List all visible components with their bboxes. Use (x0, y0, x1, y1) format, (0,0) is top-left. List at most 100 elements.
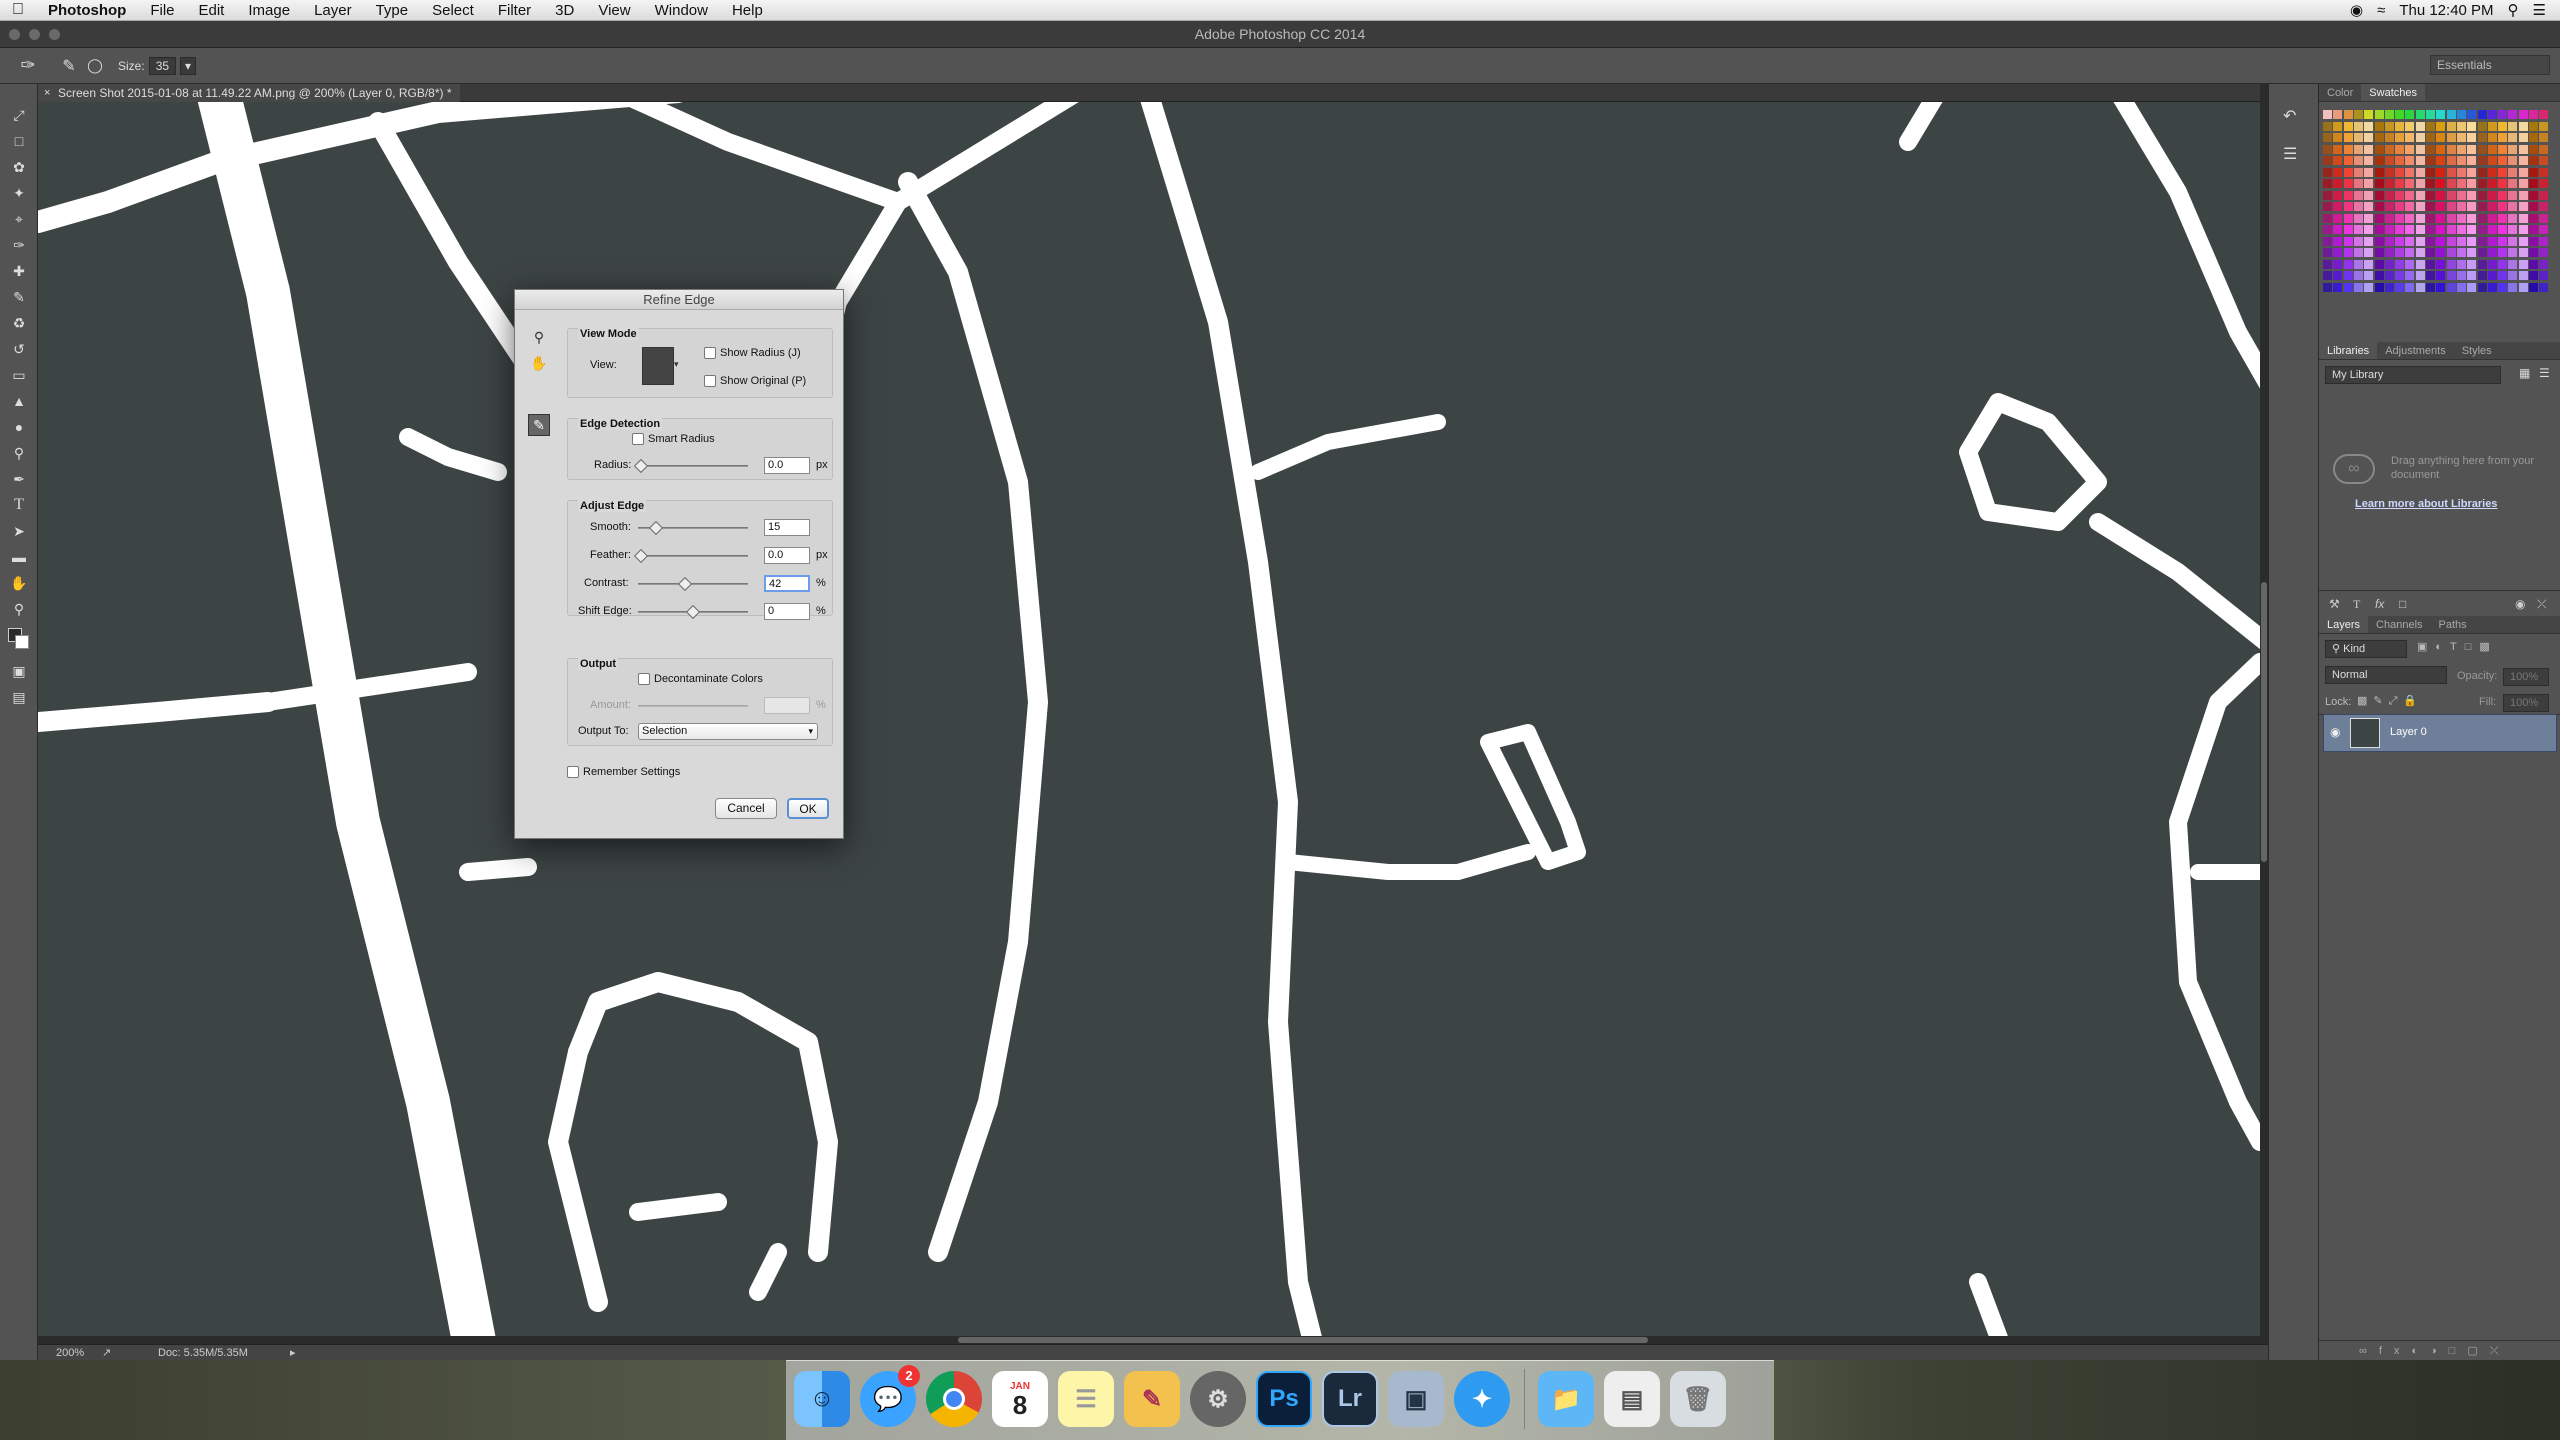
close-window-button[interactable] (9, 29, 20, 40)
clone-stamp-tool-icon[interactable]: ♻ (0, 310, 38, 336)
color-swatch[interactable] (2456, 225, 2466, 234)
color-swatch[interactable] (2323, 213, 2332, 223)
downloads-folder-dock-icon[interactable]: 📁 (1538, 1371, 1594, 1427)
color-swatch[interactable] (2374, 248, 2384, 257)
color-swatch[interactable] (2436, 236, 2446, 246)
color-swatch[interactable] (2395, 213, 2405, 223)
color-swatch[interactable] (2508, 179, 2518, 188)
color-swatch[interactable] (2477, 190, 2487, 200)
dodge-tool-icon[interactable]: ⚲ (0, 440, 38, 466)
color-swatch[interactable] (2456, 259, 2466, 269)
color-swatch[interactable] (2374, 282, 2384, 292)
color-swatch[interactable] (2446, 121, 2456, 131)
color-swatch[interactable] (2364, 190, 2374, 200)
color-swatch[interactable] (2353, 202, 2363, 211)
color-swatch[interactable] (2456, 133, 2466, 142)
healing-brush-tool-icon[interactable]: ✚ (0, 258, 38, 284)
color-swatch[interactable] (2467, 259, 2477, 269)
size-field[interactable]: 35 (148, 56, 177, 75)
color-swatch[interactable] (2498, 110, 2508, 119)
tab-adjustments[interactable]: Adjustments (2377, 342, 2454, 359)
color-swatch[interactable] (2426, 167, 2435, 177)
color-swatch[interactable] (2529, 202, 2538, 211)
color-swatch[interactable] (2529, 248, 2538, 257)
color-swatch[interactable] (2446, 259, 2456, 269)
color-swatch[interactable] (2333, 248, 2343, 257)
lock-icons[interactable]: ▩✎⤢🔒 (2357, 694, 2423, 708)
list-view-icon[interactable]: ☰ (2539, 366, 2550, 380)
fx-icon[interactable]: fx (2375, 597, 2384, 611)
color-swatch[interactable] (2487, 225, 2497, 234)
color-swatch[interactable] (2467, 225, 2477, 234)
color-swatch[interactable] (2374, 225, 2384, 234)
color-swatch[interactable] (2456, 156, 2466, 165)
color-swatch[interactable] (2529, 121, 2538, 131)
color-swatch[interactable] (2426, 259, 2435, 269)
brush-tool-preset-icon[interactable]: ✑ (0, 55, 56, 76)
safari-dock-icon[interactable]: ✦ (1454, 1371, 1510, 1427)
view-mode-dropdown-icon[interactable]: ▾ (674, 359, 679, 370)
creative-cloud-icon[interactable]: ◉ (2350, 1, 2363, 19)
color-swatch[interactable] (2343, 110, 2353, 119)
color-swatch[interactable] (2343, 282, 2353, 292)
color-swatch[interactable] (2374, 167, 2384, 177)
notes-dock-icon[interactable]: ☰ (1058, 1371, 1114, 1427)
tab-paths[interactable]: Paths (2431, 616, 2475, 633)
color-swatch[interactable] (2405, 121, 2415, 131)
decontaminate-checkbox[interactable] (638, 673, 650, 686)
color-swatch[interactable] (2374, 121, 2384, 131)
menu-3d[interactable]: 3D (543, 2, 586, 19)
color-swatch[interactable] (2426, 202, 2435, 211)
color-swatch[interactable] (2395, 248, 2405, 257)
color-swatch[interactable] (2405, 156, 2415, 165)
color-swatch[interactable] (2487, 156, 2497, 165)
color-swatch[interactable] (2395, 190, 2405, 200)
color-swatch[interactable] (2508, 167, 2518, 177)
color-swatch[interactable] (2477, 167, 2487, 177)
blend-mode-select[interactable]: Normal (2325, 666, 2447, 684)
color-swatch[interactable] (2498, 190, 2508, 200)
color-swatch[interactable] (2487, 282, 2497, 292)
color-swatch[interactable] (2405, 259, 2415, 269)
color-swatch[interactable] (2539, 202, 2549, 211)
clock[interactable]: Thu 12:40 PM (2399, 2, 2493, 19)
menu-filter[interactable]: Filter (486, 2, 543, 19)
color-swatch[interactable] (2333, 259, 2343, 269)
color-swatch[interactable] (2333, 110, 2343, 119)
color-swatch[interactable] (2395, 179, 2405, 188)
color-swatch[interactable] (2529, 167, 2538, 177)
hand-tool-icon[interactable]: ✋ (0, 570, 38, 596)
color-swatch[interactable] (2323, 179, 2332, 188)
decontaminate-option[interactable]: Decontaminate Colors (638, 673, 763, 686)
color-swatch[interactable] (2508, 190, 2518, 200)
color-swatch[interactable] (2323, 282, 2332, 292)
color-swatch[interactable] (2487, 248, 2497, 257)
horizontal-scroll-thumb[interactable] (958, 1337, 1648, 1343)
color-swatch[interactable] (2333, 190, 2343, 200)
color-swatch[interactable] (2477, 282, 2487, 292)
color-swatch[interactable] (2384, 190, 2394, 200)
color-swatch[interactable] (2426, 110, 2435, 119)
color-swatch[interactable] (2508, 144, 2518, 154)
shift-edge-field[interactable]: 0 (764, 603, 810, 620)
color-swatch[interactable] (2353, 110, 2363, 119)
color-swatch[interactable] (2364, 144, 2374, 154)
color-swatch[interactable] (2518, 225, 2528, 234)
color-swatch[interactable] (2539, 225, 2549, 234)
color-swatch[interactable] (2415, 110, 2425, 119)
color-swatch[interactable] (2405, 225, 2415, 234)
color-swatch[interactable] (2353, 282, 2363, 292)
contrast-slider[interactable] (638, 576, 748, 592)
color-swatch[interactable] (2446, 190, 2456, 200)
color-swatch[interactable] (2415, 144, 2425, 154)
color-swatch[interactable] (2518, 236, 2528, 246)
color-swatch[interactable] (2477, 121, 2487, 131)
layer-tool-icon[interactable]: ⚒ (2329, 597, 2340, 611)
history-panel-icon[interactable]: ↶ (2283, 106, 2296, 126)
layer-filter-kind[interactable]: ⚲ Kind (2325, 640, 2407, 658)
color-swatch[interactable] (2353, 167, 2363, 177)
color-swatch[interactable] (2508, 121, 2518, 131)
color-swatch[interactable] (2487, 202, 2497, 211)
document-tab[interactable]: × Screen Shot 2015-01-08 at 11.49.22 AM.… (38, 84, 460, 102)
quick-mask-icon[interactable]: ▣ (0, 658, 38, 684)
